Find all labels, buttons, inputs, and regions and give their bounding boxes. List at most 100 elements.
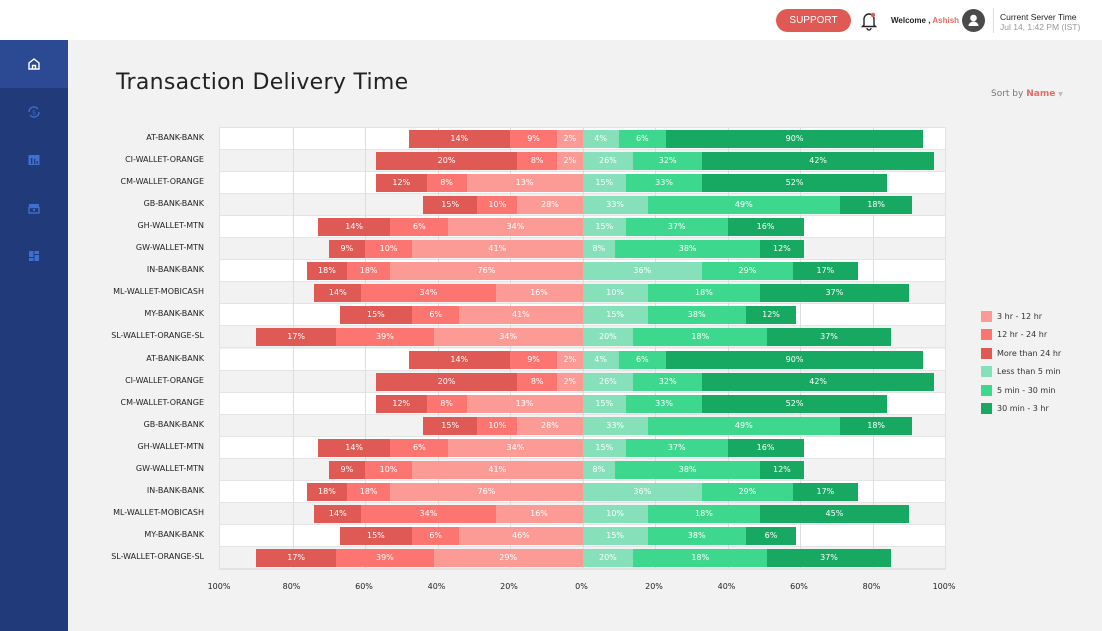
legend: 3 hr - 12 hr 12 hr - 24 hr More than 24 hr… (981, 307, 1061, 418)
bar-segment: 20% (375, 372, 518, 391)
bar-segment: 17% (256, 548, 336, 567)
bar-segment: 36% (582, 482, 703, 501)
bar-segment: 38% (647, 526, 746, 545)
row-label: GB-BANK-BANK (143, 199, 204, 209)
bar-segment: 29% (702, 482, 793, 501)
bar-segment: 32% (633, 372, 703, 391)
bar-segment: 4% (582, 350, 619, 369)
x-tick-label: 100% (932, 582, 956, 591)
bar-segment: 15% (423, 196, 478, 215)
legend-swatch (981, 329, 992, 341)
bar-segment: 39% (336, 328, 434, 347)
bar-segment: 28% (517, 416, 583, 435)
gridline (292, 128, 294, 569)
support-button[interactable]: SUPPORT (776, 9, 851, 32)
bar-segment: 18% (633, 548, 768, 567)
sidebar-item-reports[interactable] (0, 136, 68, 184)
legend-item: 5 min - 30 min (981, 381, 1061, 400)
bar-segment: 12% (760, 460, 804, 479)
sidebar-item-store[interactable] (0, 184, 68, 232)
user-icon (968, 14, 979, 26)
bar-segment: 39% (336, 548, 434, 567)
bar-segment: 6% (390, 438, 449, 457)
bar-segment: 8% (582, 460, 616, 479)
legend-item: 3 hr - 12 hr (981, 307, 1061, 326)
bar-segment: 18% (647, 284, 761, 303)
bar-segment: 28% (517, 196, 583, 215)
store-icon (28, 204, 40, 214)
gridline (655, 128, 656, 569)
bar-segment: 29% (433, 548, 583, 567)
bar-segment: 6% (390, 218, 449, 237)
bar-segment: 41% (412, 240, 583, 259)
bar-segment: 18% (307, 262, 347, 281)
dashboard-icon (29, 251, 39, 261)
bar-segment: 18% (307, 482, 347, 501)
bar-segment: 12% (745, 306, 797, 325)
bar-segment: 12% (760, 240, 804, 259)
gridline (437, 128, 439, 569)
row-label: CI-WALLET-ORANGE (125, 375, 204, 385)
x-tick-label: 80% (282, 582, 301, 591)
bar-segment: 14% (408, 130, 510, 149)
bar-segment: 15% (582, 306, 648, 325)
x-tick-label: 20% (500, 582, 518, 591)
top-header: SUPPORT Welcome , Ashish Current Server … (0, 0, 1102, 40)
svg-text:$: $ (32, 110, 36, 117)
bar-segment: 42% (702, 372, 935, 391)
bar-segment: 42% (702, 152, 935, 171)
bar-segment: 10% (477, 416, 518, 435)
row-label: GH-WALLET-MTN (137, 441, 204, 451)
bar-segment: 17% (256, 328, 336, 347)
bar-segment: 6% (745, 526, 797, 545)
sidebar-item-transactions[interactable]: $ (0, 88, 68, 136)
row-label: AT-BANK-BANK (146, 353, 204, 363)
bar-segment: 9% (328, 240, 365, 259)
bar-segment: 20% (582, 328, 634, 347)
bar-segment: 37% (767, 328, 891, 347)
bar-segment: 76% (390, 482, 583, 501)
bar-segment: 33% (626, 394, 703, 413)
bar-segment: 41% (459, 306, 583, 325)
bar-segment: 34% (361, 504, 496, 523)
sidebar-item-home[interactable] (0, 40, 68, 88)
bar-segment: 12% (375, 394, 427, 413)
bar-segment: 14% (314, 504, 362, 523)
legend-item: Less than 5 min (981, 363, 1061, 382)
bar-segment: 33% (626, 174, 703, 193)
bar-segment: 15% (582, 218, 626, 237)
legend-swatch (981, 403, 992, 415)
bar-segment: 29% (702, 262, 793, 281)
sidebar: $ (0, 40, 68, 631)
bar-segment: 18% (346, 262, 391, 281)
currency-refresh-icon: $ (28, 106, 40, 118)
row-label: ML-WALLET-MOBICASH (113, 507, 204, 517)
bar-segment: 14% (317, 438, 391, 457)
legend-item: 30 min - 3 hr (981, 400, 1061, 419)
row-label: MY-BANK-BANK (144, 529, 204, 539)
bar-segment: 38% (647, 306, 746, 325)
bell-icon[interactable] (860, 11, 878, 31)
bar-segment: 6% (412, 306, 460, 325)
bar-segment: 6% (618, 130, 666, 149)
row-label: GW-WALLET-MTN (135, 463, 204, 473)
bar-segment: 37% (767, 548, 891, 567)
bar-segment: 34% (433, 328, 583, 347)
server-time-value: Jul 14, 1:42 PM (IST) (1000, 22, 1081, 32)
bar-segment: 34% (448, 438, 583, 457)
bar-segment: 8% (426, 394, 467, 413)
bar-segment: 13% (466, 394, 583, 413)
x-tick-label: 20% (645, 582, 663, 591)
row-label: IN-BANK-BANK (146, 485, 204, 495)
bar-segment: 15% (582, 394, 626, 413)
x-tick-label: 40% (717, 582, 736, 591)
sidebar-item-dashboard[interactable] (0, 232, 68, 280)
legend-label: Less than 5 min (997, 367, 1061, 377)
bar-segment: 15% (582, 526, 648, 545)
bar-segment: 20% (375, 152, 518, 171)
x-tick-label: 40% (427, 582, 446, 591)
avatar[interactable] (962, 9, 985, 32)
sort-dropdown[interactable]: Sort by Name ▼ (991, 89, 1063, 99)
chart-plot-area: 14% 9% 2% 4% 6% 90% 20% 8% 2% 26% 32% 42% 12% 8% 13% 15… (219, 127, 946, 570)
bar-segment: 18% (633, 328, 768, 347)
